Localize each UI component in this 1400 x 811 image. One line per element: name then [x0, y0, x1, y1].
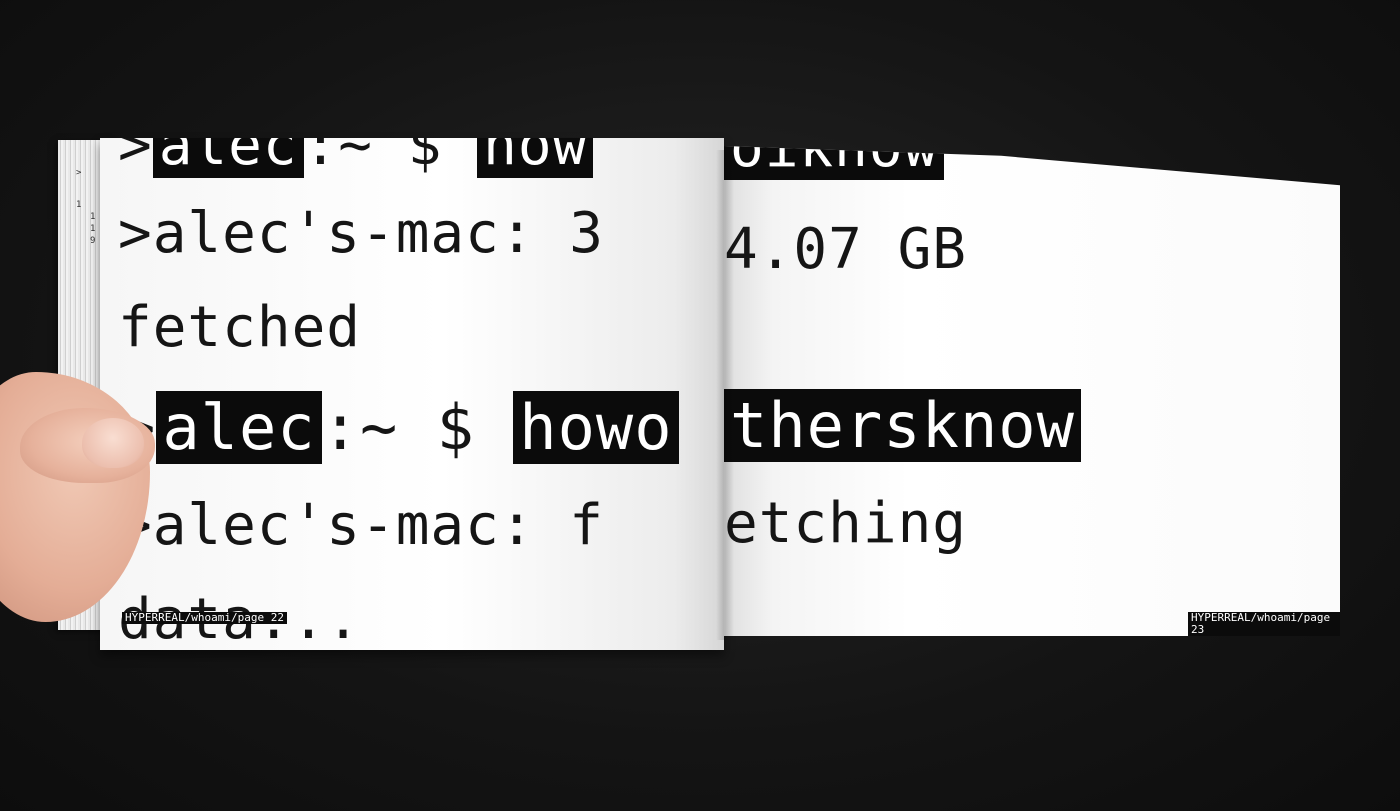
book-spine-shadow — [716, 150, 734, 640]
left-line-mac-size: >alec's-mac: 3 — [118, 201, 605, 266]
left-line-top: > alec:~ $ how — [118, 138, 594, 178]
right-line-command: thersknow — [724, 389, 1081, 462]
edge-tab: 9 — [90, 236, 96, 246]
right-page-footer: HYPERREAL/whoami/page 23 — [1188, 612, 1340, 636]
thumb-nail — [82, 418, 144, 468]
left-line-mac-fetching: >alec's-mac: f — [118, 493, 605, 558]
edge-tab: 1 — [90, 212, 96, 222]
left-line-command: >alec:~ $ howo — [118, 391, 679, 464]
highlight-thersknow: thersknow — [724, 389, 1081, 462]
right-page: oiknow 4.07 GB thersknow etching HYPERRE… — [724, 146, 1340, 636]
edge-tab: 1 — [90, 224, 96, 234]
highlight-oiknow: oiknow — [724, 146, 945, 180]
left-page: >alec:~ $ how >alec's-mac: 3 fetched >al… — [100, 138, 724, 650]
edge-tab: > — [76, 168, 82, 178]
left-line-fetched: fetched — [118, 295, 362, 360]
highlight-alec: alec — [152, 138, 304, 178]
highlight-alec: alec — [156, 391, 322, 464]
edge-tab: 1 — [76, 200, 82, 210]
highlight-how: how — [477, 138, 594, 178]
right-line-top: oiknow — [724, 146, 945, 180]
right-line-fetching: etching — [724, 491, 968, 556]
right-line-size: 4.07 GB — [724, 217, 968, 282]
photo-scene: > 1 1 1 9 > alec:~ $ how >alec's-mac: 3 f… — [0, 0, 1400, 811]
left-page-footer: HYPERREAL/whoami/page 22 — [122, 612, 287, 624]
highlight-howo: howo — [513, 391, 679, 464]
